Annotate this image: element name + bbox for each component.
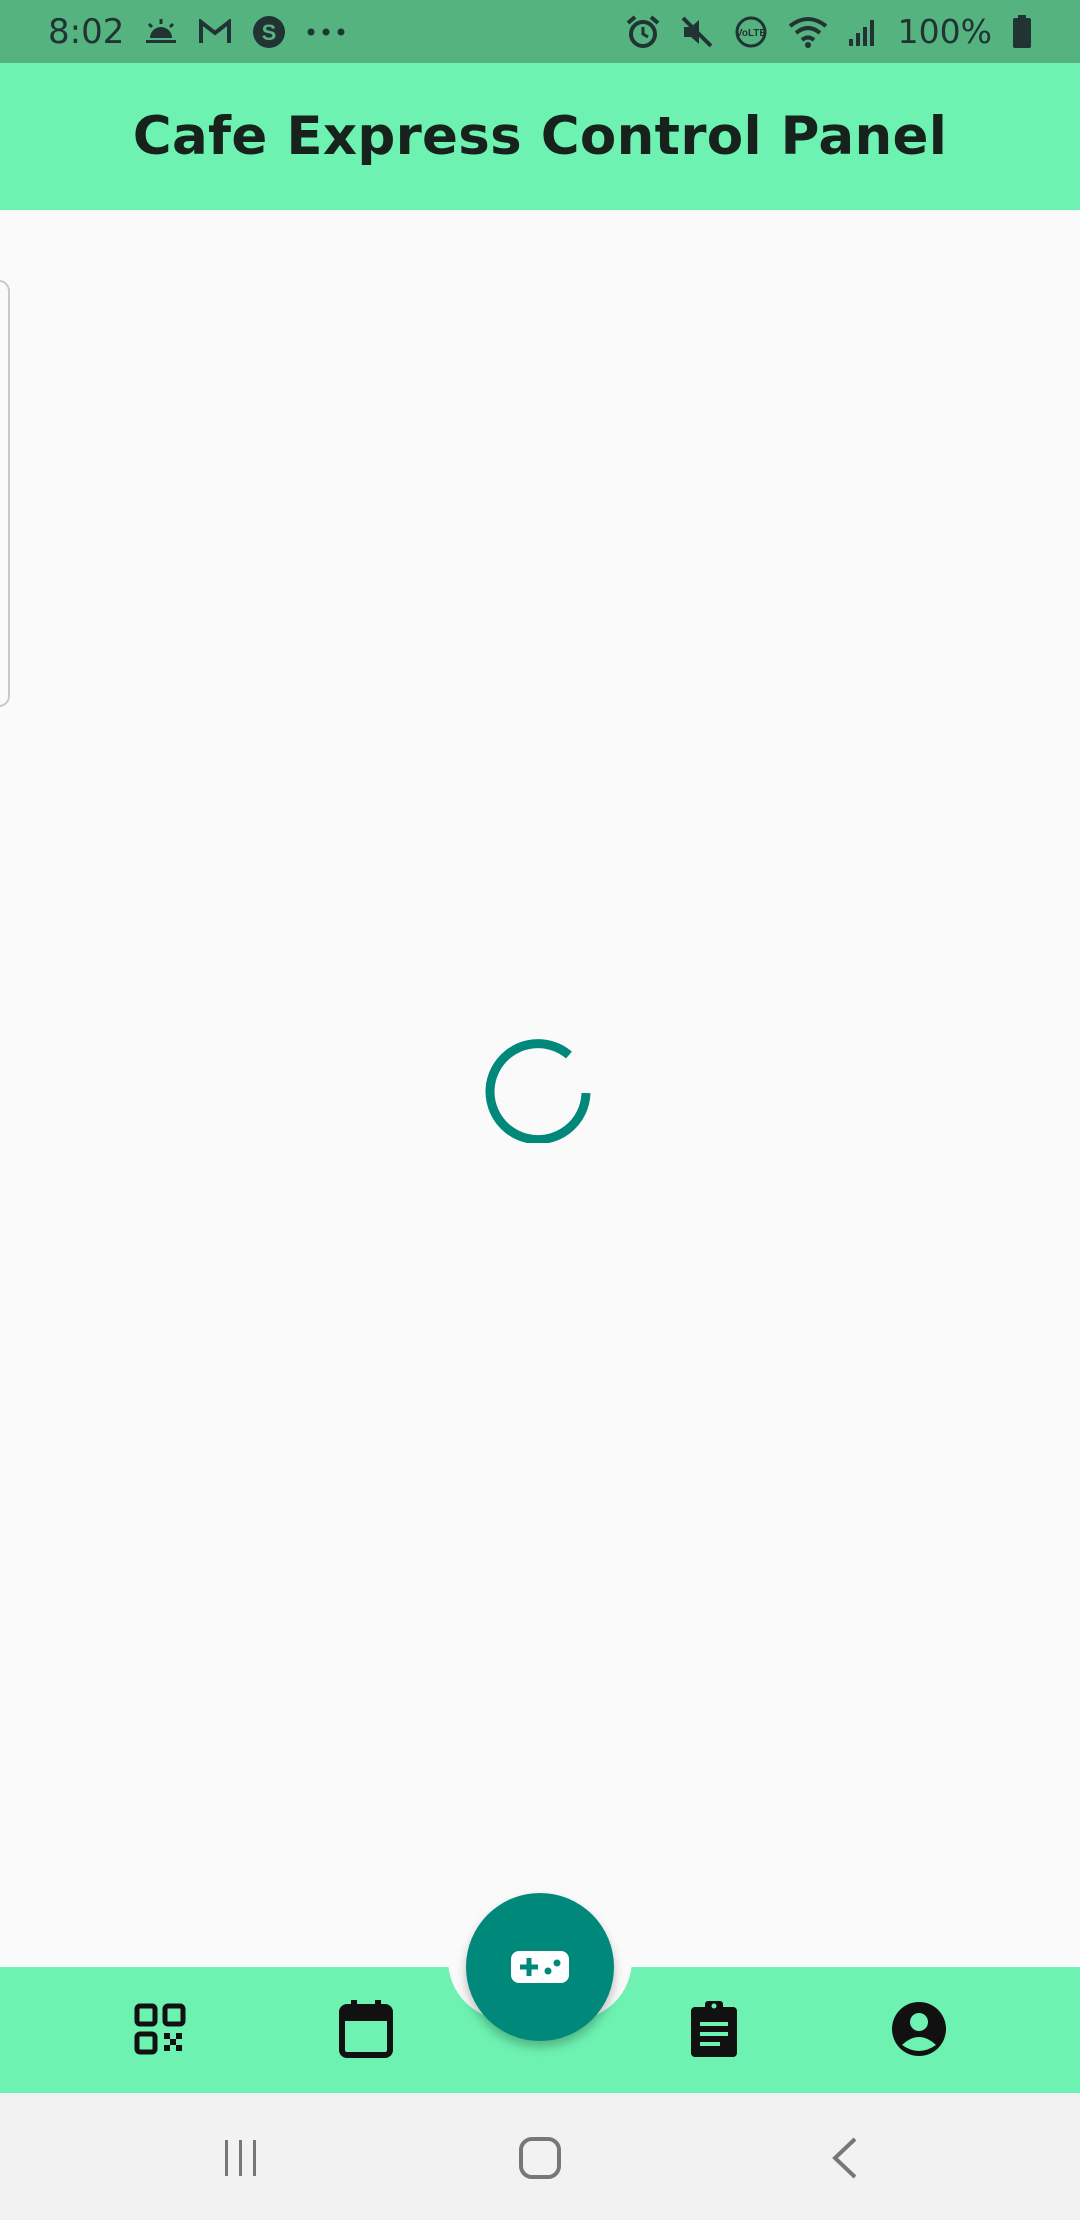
qr-code-icon (134, 2003, 186, 2055)
back-button[interactable] (815, 2128, 875, 2188)
main-content (0, 210, 1080, 1968)
signal-icon (848, 17, 878, 47)
status-time: 8:02 (48, 11, 125, 52)
calendar-icon (339, 2000, 393, 2058)
battery-icon (1012, 14, 1032, 49)
wifi-icon (788, 16, 828, 48)
home-icon (519, 2137, 561, 2179)
alarm-icon (626, 14, 660, 49)
clipboard-icon (691, 2001, 737, 2057)
drawer-handle[interactable] (0, 280, 10, 707)
gamepad-icon (511, 1951, 569, 1983)
back-icon (832, 2137, 857, 2179)
status-bar: 8:02 S VoLTE 100% (0, 0, 1080, 63)
svg-text:VoLTE: VoLTE (736, 28, 767, 39)
game-fab-button[interactable] (466, 1893, 614, 2041)
loading-spinner (485, 1039, 591, 1143)
mute-icon (680, 15, 714, 49)
recents-icon (225, 2140, 256, 2176)
nav-item-calendar[interactable] (334, 1997, 398, 2061)
app-bar: Cafe Express Control Panel (0, 63, 1080, 210)
page-title: Cafe Express Control Panel (132, 106, 948, 167)
account-circle-icon (892, 2002, 946, 2056)
volte-icon: VoLTE (734, 15, 768, 49)
svg-text:S: S (262, 20, 277, 45)
nav-item-profile[interactable] (887, 1997, 951, 2061)
more-dots-icon (306, 27, 346, 37)
battery-percentage: 100% (897, 12, 992, 51)
skype-icon: S (252, 15, 286, 49)
home-button[interactable] (510, 2128, 570, 2188)
recents-button[interactable] (210, 2128, 270, 2188)
nav-item-qr-scan[interactable] (128, 1997, 192, 2061)
weather-icon (144, 18, 178, 46)
gmail-icon (198, 18, 232, 45)
nav-item-orders[interactable] (682, 1997, 746, 2061)
